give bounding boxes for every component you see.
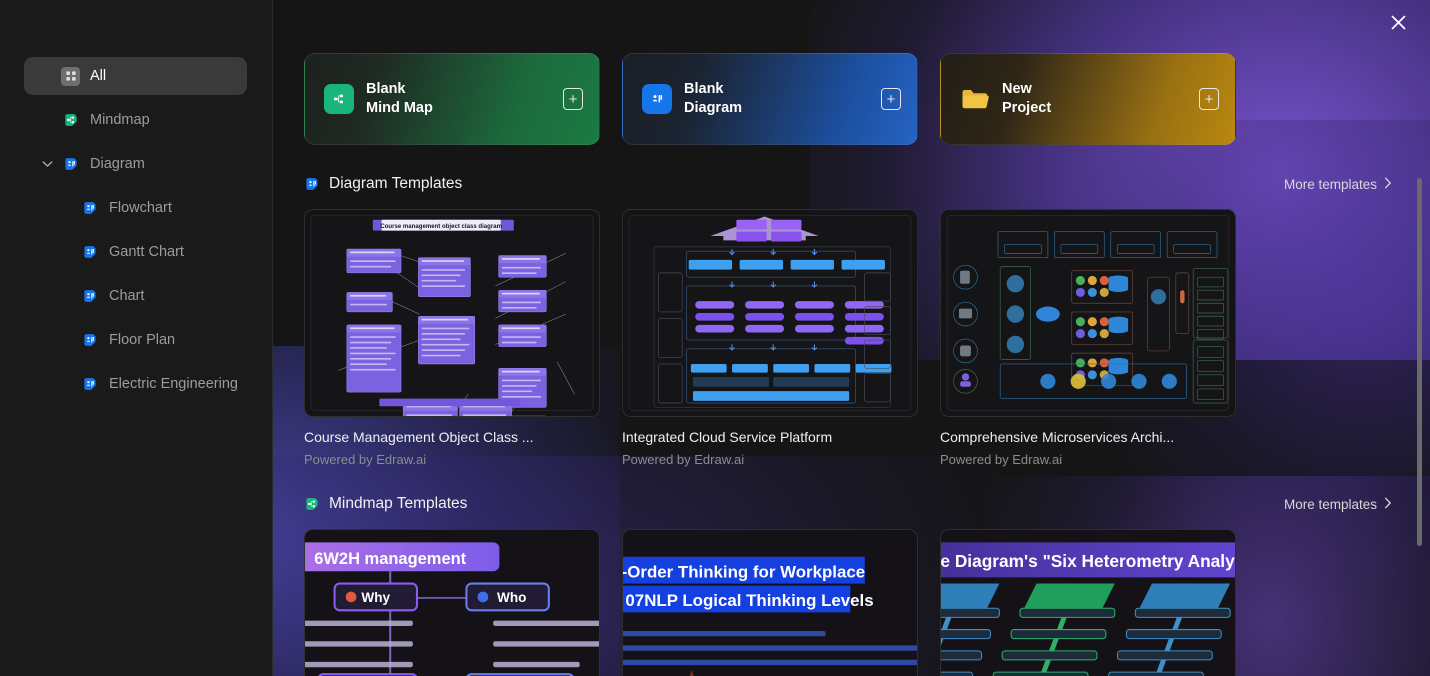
diagram-icon	[61, 155, 80, 174]
template-card[interactable]: Course management object class diagram Co…	[304, 209, 600, 467]
sidebar-item-flowchart[interactable]: Flowchart	[24, 189, 247, 227]
add-icon[interactable]: +	[563, 88, 583, 110]
sidebar-item-electric-engineering[interactable]: Electric Engineering	[24, 365, 247, 403]
mindmap-icon	[61, 111, 80, 130]
template-attribution: Powered by Edraw.ai	[622, 452, 745, 467]
mindmap-icon	[324, 84, 354, 114]
template-thumbnail[interactable]	[940, 209, 1236, 417]
template-thumbnail[interactable]: High-Order Thinking for Workplace Elites …	[622, 529, 918, 676]
svg-text:Who: Who	[497, 590, 526, 605]
sidebar-item-label: Mindmap	[90, 111, 150, 128]
vertical-scrollbar[interactable]	[1416, 0, 1424, 676]
diagram-icon	[80, 375, 99, 394]
chevron-right-icon	[1384, 497, 1392, 512]
main-content: Blank Mind Map + Blank Diagram + New Pro…	[273, 0, 1430, 676]
template-thumbnail[interactable]: Fishbone Diagram's "Six Heterometry Anal…	[940, 529, 1236, 676]
svg-text:Why: Why	[361, 590, 390, 605]
add-icon[interactable]: +	[1199, 88, 1219, 110]
svg-text:Course management object class: Course management object class diagram	[380, 224, 502, 230]
diagram-icon	[80, 331, 99, 350]
template-card[interactable]: Comprehensive Microservices Archi... Powe…	[940, 209, 1236, 467]
blank-mind-map-card[interactable]: Blank Mind Map +	[304, 53, 600, 145]
template-row: Course management object class diagram Co…	[304, 209, 1398, 467]
template-thumbnail[interactable]: 6W2H managementWhyWhoWhat goalWhich choi…	[304, 529, 600, 676]
card-line-2: Mind Map	[366, 100, 433, 116]
template-card[interactable]: High-Order Thinking for Workplace Elites …	[622, 529, 918, 676]
sidebar-item-diagram[interactable]: Diagram	[24, 145, 247, 183]
sidebar-item-label: Gantt Chart	[109, 243, 184, 260]
sidebar-item-all[interactable]: All	[24, 57, 247, 95]
template-card[interactable]: Fishbone Diagram's "Six Heterometry Anal…	[940, 529, 1236, 676]
svg-text:Elites 07NLP Logical Thinking: Elites 07NLP Logical Thinking Levels	[623, 591, 874, 610]
sidebar-item-chart[interactable]: Chart	[24, 277, 247, 315]
section-title: Mindmap Templates	[329, 495, 468, 512]
diagram-icon	[80, 243, 99, 262]
grid-icon	[61, 66, 80, 86]
card-line-1: New	[1002, 81, 1032, 97]
diagram-icon	[80, 199, 99, 218]
template-thumbnail[interactable]: Course management object class diagram	[304, 209, 600, 417]
template-thumbnail[interactable]	[622, 209, 918, 417]
diagram-icon	[304, 176, 320, 192]
template-row: 6W2H managementWhyWhoWhat goalWhich choi…	[304, 529, 1398, 676]
template-card[interactable]: Integrated Cloud Service Platform Powered…	[622, 209, 918, 467]
template-gallery-window: All Mindmap Diagram Flowchart Gantt Chart Cha…	[0, 0, 1430, 676]
sidebar-item-label: Floor Plan	[109, 331, 176, 348]
quick-create-row: Blank Mind Map + Blank Diagram + New Pro…	[304, 53, 1398, 145]
sidebar-item-label: Flowchart	[109, 199, 172, 216]
chevron-down-icon[interactable]	[41, 158, 53, 170]
card-line-2: Diagram	[684, 100, 743, 116]
template-name: Integrated Cloud Service Platform	[622, 429, 833, 445]
svg-text:High-Order Thinking for Workpl: High-Order Thinking for Workplace	[623, 562, 865, 581]
svg-text:6W2H management: 6W2H management	[314, 550, 466, 568]
template-attribution: Powered by Edraw.ai	[304, 452, 427, 467]
sidebar-item-mindmap[interactable]: Mindmap	[24, 101, 247, 139]
close-icon[interactable]	[1384, 8, 1412, 36]
scroll-area: Blank Mind Map + Blank Diagram + New Pro…	[273, 0, 1430, 676]
more-templates-label: More templates	[1283, 496, 1377, 512]
sidebar: All Mindmap Diagram Flowchart Gantt Chart Cha…	[0, 0, 273, 676]
diagram-icon	[80, 287, 99, 306]
card-line-1: Blank	[684, 81, 724, 97]
scrollbar-thumb[interactable]	[1417, 178, 1422, 546]
chevron-right-icon	[1384, 177, 1392, 192]
template-card[interactable]: 6W2H managementWhyWhoWhat goalWhich choi…	[304, 529, 600, 676]
sidebar-item-gantt-chart[interactable]: Gantt Chart	[24, 233, 247, 271]
sidebar-item-floor-plan[interactable]: Floor Plan	[24, 321, 247, 359]
sidebar-item-label: All	[90, 67, 107, 84]
card-line-2: Project	[1002, 100, 1052, 116]
folder-icon	[960, 84, 990, 114]
template-name: Course Management Object Class ...	[304, 429, 534, 445]
blank-diagram-card[interactable]: Blank Diagram +	[622, 53, 918, 145]
mindmap-icon	[304, 496, 320, 512]
card-line-1: Blank	[366, 81, 406, 97]
section-header: Mindmap Templates More templates	[304, 495, 1398, 513]
section-title: Diagram Templates	[329, 175, 463, 192]
add-icon[interactable]: +	[881, 88, 901, 110]
sidebar-item-label: Chart	[109, 287, 145, 304]
more-templates-label: More templates	[1283, 176, 1377, 192]
svg-text:Fishbone Diagram's "Six Hetero: Fishbone Diagram's "Six Heterometry Anal…	[941, 551, 1235, 571]
sidebar-item-label: Electric Engineering	[109, 375, 238, 392]
section-header: Diagram Templates More templates	[304, 175, 1398, 193]
template-attribution: Powered by Edraw.ai	[940, 452, 1063, 467]
more-templates-link[interactable]: More templates	[1284, 177, 1398, 192]
more-templates-link[interactable]: More templates	[1284, 497, 1398, 512]
template-name: Comprehensive Microservices Archi...	[940, 429, 1175, 445]
sidebar-item-label: Diagram	[90, 155, 145, 172]
diagram-icon	[642, 84, 672, 114]
new-project-card[interactable]: New Project +	[940, 53, 1236, 145]
